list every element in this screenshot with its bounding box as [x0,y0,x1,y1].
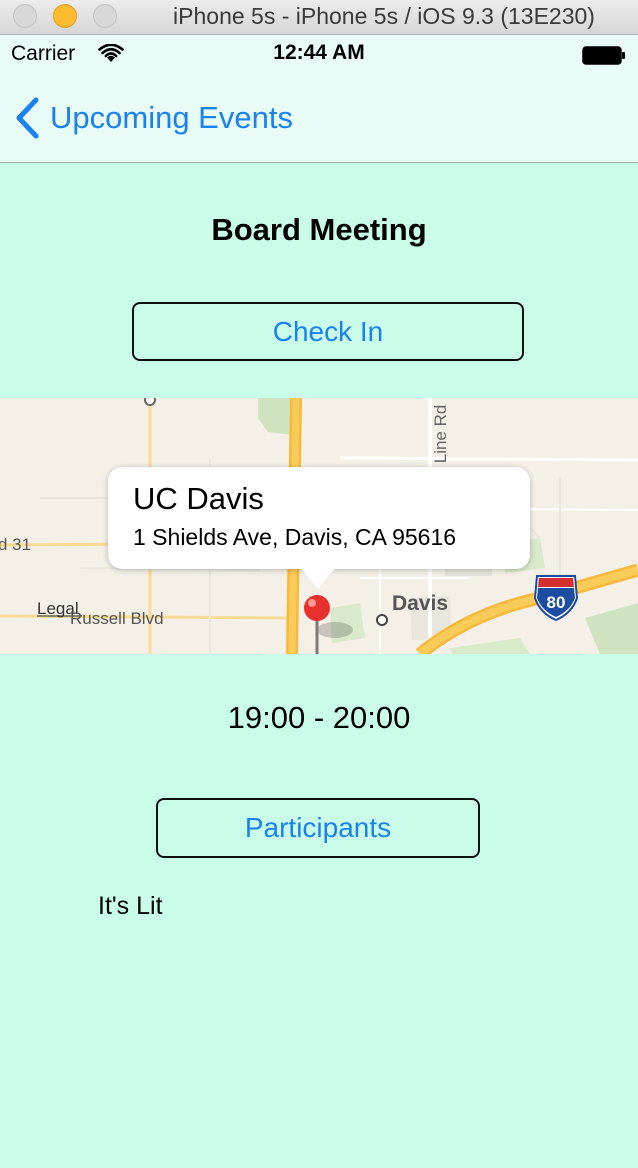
callout-title: UC Davis [133,481,264,516]
window-title: iPhone 5s - iPhone 5s / iOS 9.3 (13E230) [173,3,595,29]
battery-icon [582,46,625,65]
interstate-shield-label: 80 [547,593,566,612]
event-description: It's Lit [98,892,163,920]
simulator-title-bar: iPhone 5s - iPhone 5s / iOS 9.3 (13E230) [0,0,638,35]
map-label-road-31: d 31 [0,535,31,554]
navigation-bar: Upcoming Events [0,75,638,163]
status-bar: Carrier 12:44 AM [0,35,638,75]
back-button[interactable]: Upcoming Events [14,95,293,141]
chevron-left-icon [16,97,39,139]
callout-address: 1 Shields Ave, Davis, CA 95616 [133,524,457,550]
status-time: 12:44 AM [273,41,365,64]
window-close-button[interactable] [13,4,37,28]
callout-arrow [300,567,336,589]
event-time: 19:00 - 20:00 [227,700,411,735]
map-label-russell-blvd: Russell Blvd [70,609,164,628]
window-minimize-button[interactable] [53,4,77,28]
map-label-davis: Davis [392,592,448,615]
participants-button[interactable]: Participants [156,798,480,858]
event-title: Board Meeting [211,212,427,247]
back-button-label: Upcoming Events [50,100,293,135]
map-annotation-callout[interactable]: UC Davis 1 Shields Ave, Davis, CA 95616 [108,467,530,569]
check-in-button[interactable]: Check In [132,302,524,361]
window-zoom-button[interactable] [93,4,117,28]
